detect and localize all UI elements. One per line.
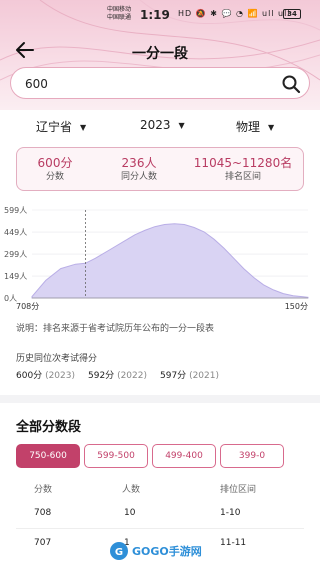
caret-down-icon: ▼ xyxy=(80,123,87,132)
history-score: 597分 xyxy=(160,371,187,381)
history-year: (2021) xyxy=(189,371,219,381)
battery-icon: 34 xyxy=(283,9,301,19)
score-distribution-chart: 599人449人299人149人0人708分 150分 xyxy=(4,206,309,311)
history-item: 597分 (2021) xyxy=(160,368,219,381)
history-year: (2023) xyxy=(45,371,75,381)
col-score: 分数 xyxy=(34,485,53,495)
cell-count: 10 xyxy=(124,508,136,518)
search-box[interactable] xyxy=(10,67,310,99)
col-rank: 排位区间 xyxy=(220,485,257,495)
stat-label: 同分人数 xyxy=(120,172,157,182)
filter-row: 辽宁省 ▼ 2023 ▼ 物理 ▼ xyxy=(0,114,320,138)
search-icon[interactable] xyxy=(281,74,301,94)
stat-rank: 11045~11280名 排名区间 xyxy=(193,156,293,184)
subject-label: 物理 xyxy=(236,120,261,134)
tab-399-0[interactable]: 399-0 xyxy=(220,444,284,468)
history-year: (2022) xyxy=(117,371,147,381)
tab-599-500[interactable]: 599-500 xyxy=(84,444,148,468)
history-score: 600分 xyxy=(16,371,43,381)
history-title: 历史同位次考试得分 xyxy=(16,354,98,364)
y-tick-label: 299人 xyxy=(4,250,27,259)
year-select[interactable]: 2023 ▼ xyxy=(140,118,185,132)
x-end-label: 150分 xyxy=(285,302,308,311)
stat-count: 236人 同分人数 xyxy=(109,156,169,184)
stat-value: 600分 xyxy=(37,156,73,170)
province-select[interactable]: 辽宁省 ▼ xyxy=(36,118,86,135)
stat-value: 11045~11280名 xyxy=(193,156,293,170)
history-score: 592分 xyxy=(88,371,115,381)
year-label: 2023 xyxy=(140,118,171,132)
cell-rank: 11-11 xyxy=(220,538,247,548)
distribution-area xyxy=(31,223,309,299)
cell-rank: 1-10 xyxy=(220,508,241,518)
y-tick-label: 449人 xyxy=(4,228,27,237)
history-item: 600分 (2023) xyxy=(16,368,75,381)
page-title: 一分一段 xyxy=(132,46,188,62)
nav-bar: 一分一段 xyxy=(0,36,320,64)
carrier-2: 中国联通 xyxy=(107,14,132,21)
clock: 1:19 xyxy=(140,8,170,22)
cell-score: 707 xyxy=(34,538,52,548)
cell-score: 708 xyxy=(34,508,52,518)
x-start-label: 708分 xyxy=(16,302,39,311)
watermark-logo: G GOGO手游网 xyxy=(110,542,202,560)
carrier-labels: 中国移动 中国联通 xyxy=(107,6,131,22)
stat-label: 排名区间 xyxy=(224,172,261,182)
status-bar: 中国移动 中国联通 1:19 HD 🔕 ✱ 💬 ◔ 📶 ull ull 34 xyxy=(0,0,320,28)
y-tick-label: 149人 xyxy=(4,272,27,281)
caret-down-icon: ▼ xyxy=(178,121,185,130)
stat-score: 600分 分数 xyxy=(35,156,75,184)
search-input[interactable] xyxy=(25,75,265,93)
stats-card: 600分 分数 236人 同分人数 11045~11280名 排名区间 xyxy=(16,147,304,191)
status-icons: HD 🔕 ✱ 💬 ◔ 📶 ull ull xyxy=(178,9,291,18)
y-tick-label: 599人 xyxy=(4,206,27,215)
subject-select[interactable]: 物理 ▼ xyxy=(236,118,274,135)
stat-label: 分数 xyxy=(45,172,64,182)
col-count: 人数 xyxy=(122,485,141,495)
svg-text:GOGO手游网: GOGO手游网 xyxy=(132,544,202,558)
carrier-1: 中国移动 xyxy=(107,6,132,13)
source-note: 说明：排名来源于省考试院历年公布的一分一段表 xyxy=(16,324,215,334)
section-divider xyxy=(0,395,320,403)
tab-750-600[interactable]: 750-600 xyxy=(16,444,80,468)
svg-text:G: G xyxy=(115,547,123,558)
score-range-tabs: 750-600 599-500 499-400 399-0 xyxy=(0,444,320,470)
stat-value: 236人 xyxy=(121,156,157,170)
caret-down-icon: ▼ xyxy=(268,123,275,132)
tab-499-400[interactable]: 499-400 xyxy=(152,444,216,468)
section-title: 全部分数段 xyxy=(16,420,82,435)
history-item: 592分 (2022) xyxy=(88,368,147,381)
province-label: 辽宁省 xyxy=(36,120,73,134)
row-divider xyxy=(16,528,304,529)
